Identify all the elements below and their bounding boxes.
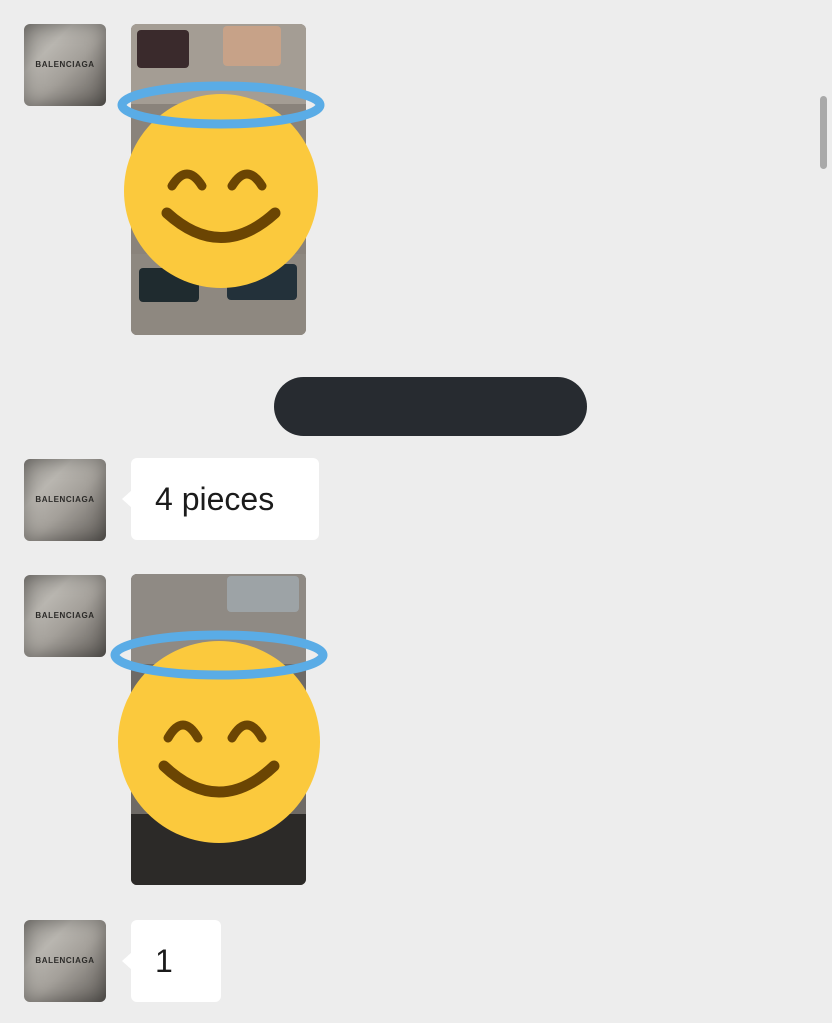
bubble-tail [122,490,132,508]
avatar[interactable]: BALENCIAGA [24,459,106,541]
avatar-brand-text: BALENCIAGA [35,495,95,504]
avatar-brand-text: BALENCIAGA [35,956,95,965]
smiling-face-with-halo-icon [114,78,328,288]
message-bubble[interactable]: 4 pieces [122,458,319,540]
avatar[interactable]: BALENCIAGA [24,24,106,106]
message-bubble[interactable]: 1 [122,920,221,1002]
avatar-brand-text: BALENCIAGA [35,60,95,69]
avatar[interactable]: BALENCIAGA [24,920,106,1002]
avatar[interactable]: BALENCIAGA [24,575,106,657]
message-text: 4 pieces [155,480,275,517]
bubble-tail [122,952,132,970]
scrollbar[interactable] [820,96,827,169]
message-text: 1 [155,942,173,979]
avatar-brand-text: BALENCIAGA [35,611,95,620]
smiling-face-with-halo-icon [108,622,330,844]
redacted-timestamp [274,377,587,436]
